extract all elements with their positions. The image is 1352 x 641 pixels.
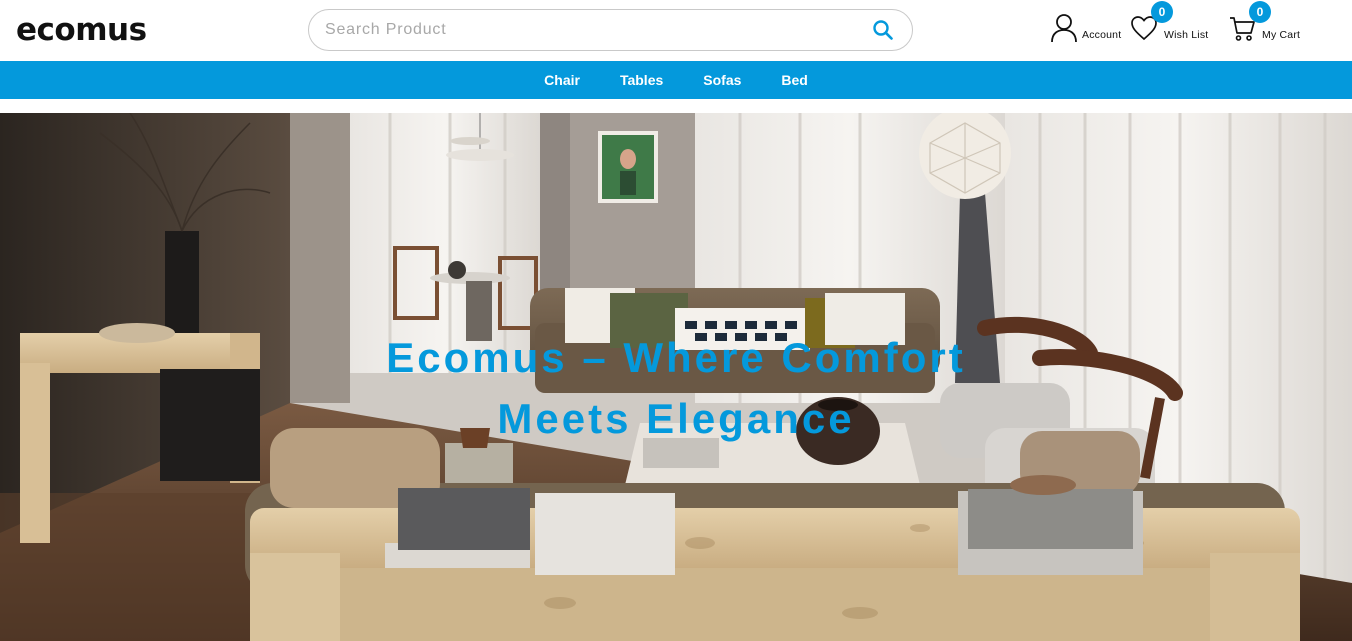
wishlist-link[interactable]: 0 Wish List — [1130, 1, 1209, 46]
cart-label: My Cart — [1262, 29, 1301, 41]
account-link[interactable]: Account — [1050, 13, 1122, 48]
site-header: ecomus Account 0 Wish List — [0, 0, 1352, 61]
hero-banner: Ecomus – Where Comfort Meets Elegance — [0, 113, 1352, 641]
nav-item-chair[interactable]: Chair — [544, 72, 580, 88]
site-logo[interactable]: ecomus — [16, 12, 147, 48]
search-input[interactable] — [325, 18, 845, 42]
hero-title-line1: Ecomus – Where Comfort — [386, 334, 966, 381]
nav-item-tables[interactable]: Tables — [620, 72, 663, 88]
account-label: Account — [1082, 29, 1122, 41]
user-icon — [1050, 13, 1078, 48]
wishlist-label: Wish List — [1164, 29, 1209, 41]
category-nav: Chair Tables Sofas Bed — [0, 61, 1352, 99]
cart-count-badge: 0 — [1249, 1, 1271, 23]
wishlist-count-badge: 0 — [1151, 1, 1173, 23]
search-icon[interactable] — [872, 19, 894, 41]
cart-link[interactable]: 0 My Cart — [1228, 1, 1301, 46]
hero-title-line2: Meets Elegance — [497, 395, 855, 442]
nav-item-bed[interactable]: Bed — [781, 72, 807, 88]
search-bar — [308, 9, 913, 51]
nav-item-sofas[interactable]: Sofas — [703, 72, 741, 88]
